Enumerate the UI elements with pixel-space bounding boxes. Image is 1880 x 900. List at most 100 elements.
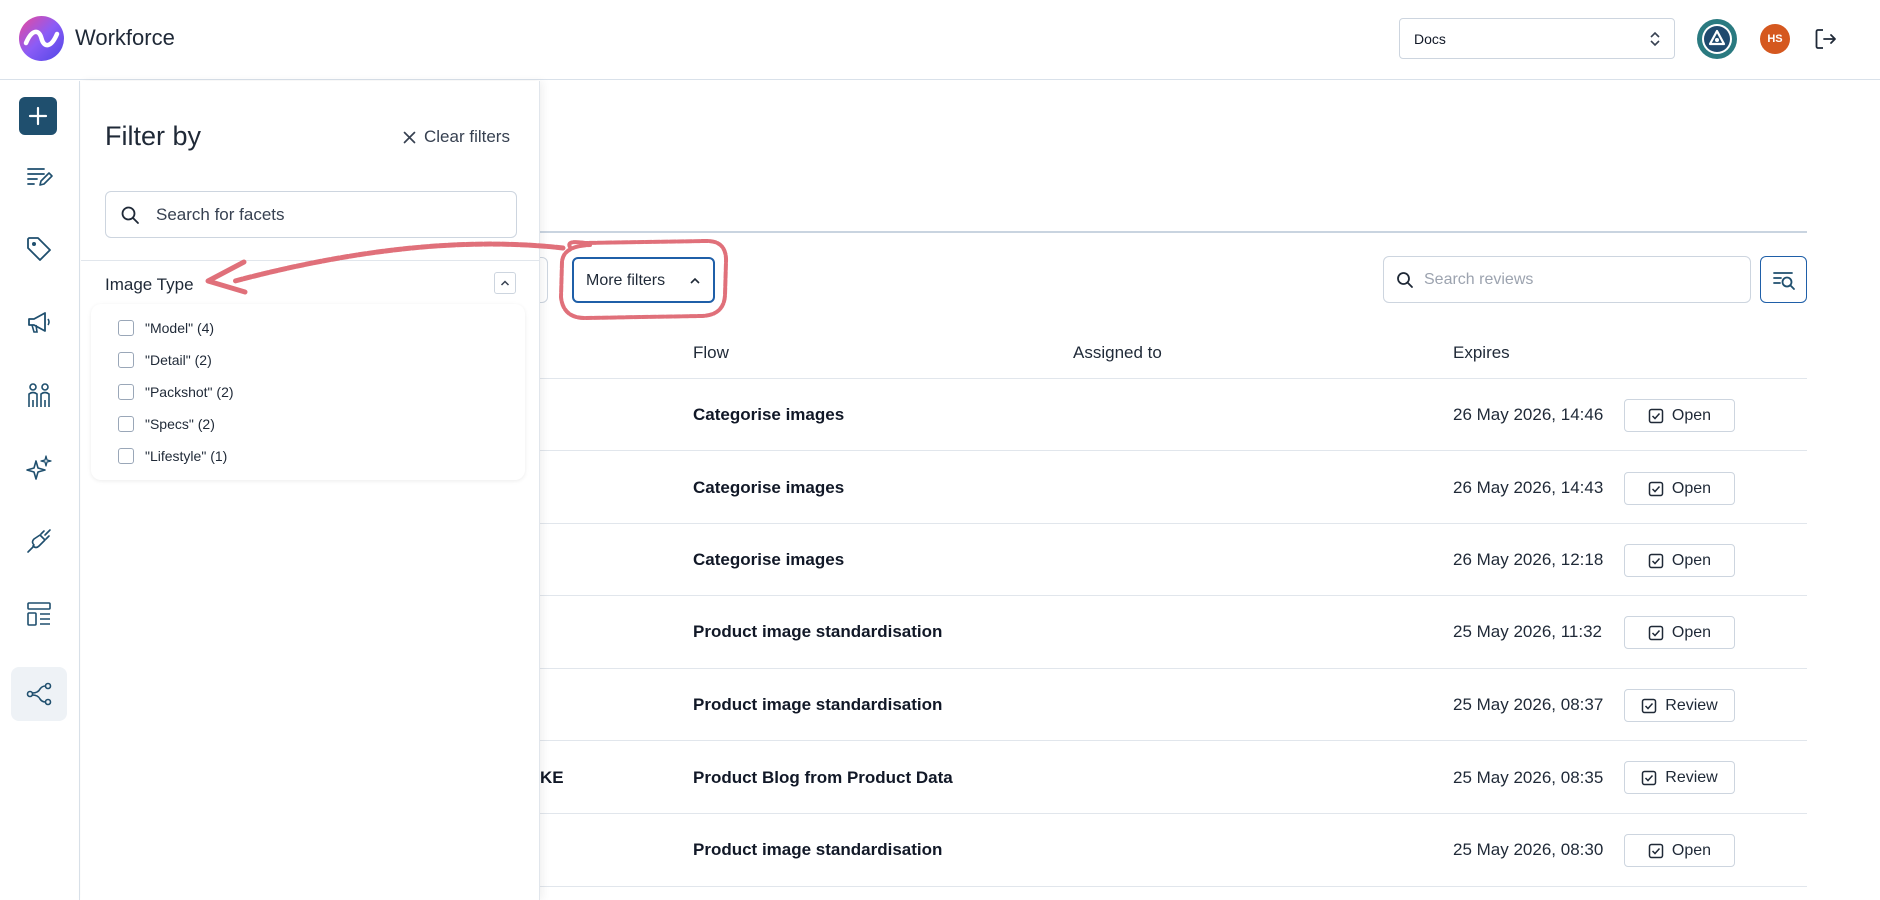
facet-option-detail[interactable]: "Detail" (2) <box>118 352 212 368</box>
workforce-logo-icon[interactable] <box>19 16 64 61</box>
logout-icon[interactable] <box>1813 26 1839 52</box>
cell-flow: Product image standardisation <box>693 622 943 641</box>
user-avatar[interactable]: HS <box>1760 24 1790 54</box>
nav-briefs[interactable] <box>11 149 67 203</box>
cell-flow: Categorise images <box>693 405 845 424</box>
search-icon <box>1397 272 1413 288</box>
clear-filters-button[interactable]: Clear filters <box>403 127 510 147</box>
nav-ai[interactable] <box>11 441 67 495</box>
close-icon <box>403 131 416 143</box>
facet-option-label: "Detail" (2) <box>145 352 212 368</box>
cell-expires: 26 May 2026, 14:43 <box>1453 478 1604 497</box>
button-label: Open <box>1671 623 1712 641</box>
checkbox-icon <box>1642 770 1657 785</box>
facet-collapse-button[interactable] <box>494 272 516 294</box>
nav-campaigns[interactable] <box>11 295 67 349</box>
column-header-assigned-to[interactable]: Assigned to <box>1073 343 1162 363</box>
cell-expires: 25 May 2026, 08:37 <box>1453 695 1604 714</box>
nav-integrations[interactable] <box>11 514 67 568</box>
row-divider <box>540 740 1807 741</box>
app-title: Workforce <box>75 25 175 50</box>
button-label: Review <box>1665 696 1718 714</box>
facet-search-field[interactable] <box>105 191 517 238</box>
checkbox[interactable] <box>118 320 134 336</box>
facet-search-input[interactable] <box>156 201 496 229</box>
plug-icon <box>27 529 51 553</box>
table-divider <box>540 378 1807 379</box>
advanced-search-button[interactable] <box>1760 256 1807 303</box>
open-button[interactable]: Open <box>1624 472 1735 505</box>
people-icon <box>28 383 50 407</box>
cell-flow: Product image standardisation <box>693 695 943 714</box>
facet-options: "Model" (4) "Detail" (2) "Packshot" (2) … <box>91 304 525 480</box>
cell-expires: 26 May 2026, 14:46 <box>1453 405 1604 424</box>
checkbox-icon <box>1642 698 1657 713</box>
review-button[interactable]: Review <box>1624 761 1735 794</box>
column-header-flow[interactable]: Flow <box>693 343 729 363</box>
checkbox-icon <box>1648 408 1664 423</box>
column-header-expires[interactable]: Expires <box>1453 343 1510 363</box>
facet-option-model[interactable]: "Model" (4) <box>118 320 214 336</box>
nav-templates[interactable] <box>11 587 67 641</box>
checkbox-icon <box>1648 553 1664 568</box>
cell-expires: 25 May 2026, 08:30 <box>1453 840 1604 859</box>
open-button[interactable]: Open <box>1624 616 1735 649</box>
cell-flow: Product Blog from Product Data <box>693 768 953 787</box>
filter-panel: Filter by Clear filters Image Type "Mode… <box>81 81 540 900</box>
checkbox[interactable] <box>118 352 134 368</box>
app-header: Workforce Docs HS <box>0 0 1880 80</box>
cell-expires: 25 May 2026, 11:32 <box>1453 622 1603 641</box>
checkbox-icon <box>1648 481 1664 496</box>
cell-expires: 26 May 2026, 12:18 <box>1453 550 1604 569</box>
nav-tags[interactable] <box>11 222 67 276</box>
filter-panel-title: Filter by <box>105 121 202 151</box>
checkbox[interactable] <box>118 384 134 400</box>
tabs-underline <box>540 231 1807 233</box>
review-button[interactable]: Review <box>1624 689 1735 722</box>
workspace-select[interactable]: Docs <box>1399 18 1675 59</box>
row-divider <box>540 595 1807 596</box>
facet-option-label: "Lifestyle" (1) <box>145 448 228 464</box>
share-nodes-icon <box>26 682 52 706</box>
facet-option-label: "Packshot" (2) <box>145 384 234 400</box>
facet-option-packshot[interactable]: "Packshot" (2) <box>118 384 234 400</box>
search-reviews-input[interactable] <box>1424 265 1734 295</box>
facet-name-image-type[interactable]: Image Type <box>105 275 194 295</box>
checkbox-icon <box>1648 625 1664 640</box>
facet-divider <box>81 260 540 261</box>
row-divider <box>540 813 1807 814</box>
tag-icon <box>27 237 51 261</box>
row-divider <box>540 886 1807 887</box>
workspace-select-value: Docs <box>1414 31 1446 47</box>
button-label: Open <box>1671 841 1712 859</box>
open-button[interactable]: Open <box>1624 834 1735 867</box>
more-filters-button[interactable]: More filters <box>572 257 715 303</box>
open-button[interactable]: Open <box>1624 544 1735 577</box>
search-icon <box>121 206 139 224</box>
edit-list-icon <box>27 168 53 186</box>
chevron-up-down-icon <box>1650 31 1660 47</box>
nav-people[interactable] <box>11 368 67 422</box>
cell-flow: Product image standardisation <box>693 840 943 859</box>
chevron-up-icon <box>690 277 700 284</box>
facet-option-specs[interactable]: "Specs" (2) <box>118 416 215 432</box>
button-label: Review <box>1665 768 1718 786</box>
cell-flow: Categorise images <box>693 478 845 497</box>
checkbox[interactable] <box>118 448 134 464</box>
brand-avatar-icon[interactable] <box>1696 18 1738 60</box>
row-divider <box>540 450 1807 451</box>
megaphone-icon <box>28 312 50 333</box>
checkbox[interactable] <box>118 416 134 432</box>
button-label: Open <box>1671 406 1712 424</box>
create-new-button[interactable] <box>19 97 57 135</box>
open-button[interactable]: Open <box>1624 399 1735 432</box>
left-navigation-rail <box>0 81 80 900</box>
facet-option-lifestyle[interactable]: "Lifestyle" (1) <box>118 448 227 464</box>
button-label: Open <box>1671 551 1712 569</box>
nav-flows[interactable] <box>11 667 67 721</box>
clear-filters-label: Clear filters <box>424 127 510 146</box>
plus-icon <box>28 106 48 126</box>
facet-option-label: "Model" (4) <box>145 320 215 336</box>
row-divider <box>540 523 1807 524</box>
search-reviews-field[interactable] <box>1383 256 1751 303</box>
